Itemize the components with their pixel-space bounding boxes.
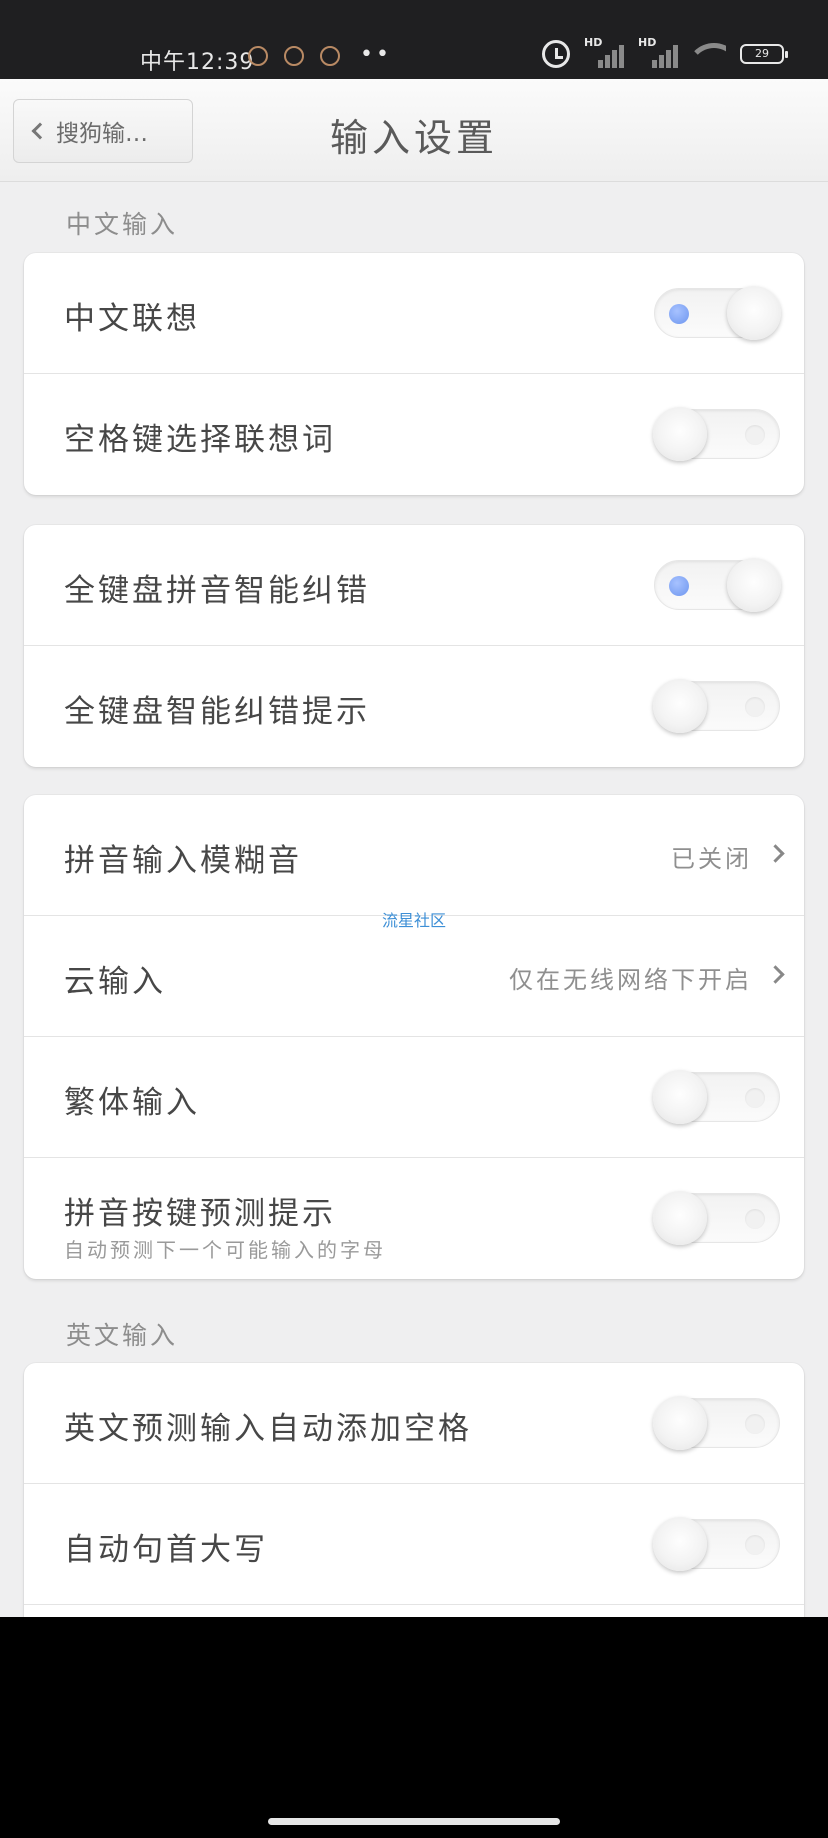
row-auto-capitalize[interactable]: 自动句首大写 [24, 1484, 804, 1605]
row-pinyin-key-prediction[interactable]: 拼音按键预测提示 自动预测下一个可能输入的字母 [24, 1158, 804, 1279]
toggle-space-select-association[interactable] [653, 407, 780, 461]
status-bar: 中午12:39 •• HD HD 29 [0, 0, 828, 79]
chevron-right-icon [766, 844, 785, 863]
row-value: 仅在无线网络下开启 [509, 966, 752, 994]
row-label: 繁体输入 [64, 1085, 200, 1121]
row-label: 中文联想 [64, 301, 200, 337]
toggle-pinyin-key-prediction[interactable] [653, 1191, 780, 1245]
row-value: 已关闭 [671, 845, 752, 873]
wifi-icon [692, 41, 726, 67]
toggle-chinese-association[interactable] [654, 286, 781, 340]
toggle-english-auto-space[interactable] [653, 1396, 780, 1450]
watermark: 流星社区 [381, 911, 446, 930]
more-notifications-icon: •• [360, 42, 392, 67]
row-traditional-input[interactable]: 繁体输入 [24, 1037, 804, 1158]
signal-icon: HD [584, 36, 624, 68]
toggle-correction-hint[interactable] [653, 679, 780, 733]
row-label: 英文预测输入自动添加空格 [64, 1411, 472, 1447]
row-label: 空格键选择联想词 [64, 422, 336, 458]
settings-card: 全键盘拼音智能纠错 全键盘智能纠错提示 [24, 525, 804, 767]
row-label: 拼音按键预测提示 [64, 1196, 336, 1232]
row-label: 自动句首大写 [64, 1532, 268, 1568]
toggle-auto-capitalize[interactable] [653, 1517, 780, 1571]
row-pinyin-correction[interactable]: 全键盘拼音智能纠错 [24, 525, 804, 646]
alarm-icon [542, 40, 570, 68]
home-indicator[interactable] [268, 1818, 560, 1825]
row-english-auto-space[interactable]: 英文预测输入自动添加空格 [24, 1363, 804, 1484]
signal-icon: HD [638, 36, 678, 68]
page-title: 输入设置 [329, 116, 498, 160]
toggle-traditional-input[interactable] [653, 1070, 780, 1124]
chevron-right-icon [766, 965, 785, 984]
battery-icon: 29 [740, 44, 788, 64]
settings-card: 拼音输入模糊音 已关闭 云输入 仅在无线网络下开启 繁体输入 拼音按键预测提示 … [24, 795, 804, 1279]
settings-card: 中文联想 空格键选择联想词 [24, 253, 804, 495]
row-label: 全键盘拼音智能纠错 [64, 573, 370, 609]
row-space-select-association[interactable]: 空格键选择联想词 [24, 374, 804, 495]
row-correction-hint[interactable]: 全键盘智能纠错提示 [24, 646, 804, 767]
section-title-chinese: 中文输入 [66, 210, 179, 239]
row-subtitle: 自动预测下一个可能输入的字母 [64, 1238, 386, 1262]
status-time: 中午12:39 [140, 50, 255, 75]
row-pinyin-fuzzy[interactable]: 拼音输入模糊音 已关闭 [24, 795, 804, 916]
row-label: 云输入 [64, 964, 166, 1000]
notification-icon [284, 46, 304, 66]
row-chinese-association[interactable]: 中文联想 [24, 253, 804, 374]
row-cloud-input[interactable]: 云输入 仅在无线网络下开启 [24, 916, 804, 1037]
row-label: 全键盘智能纠错提示 [64, 694, 370, 730]
section-title-english: 英文输入 [66, 1321, 179, 1350]
row-label: 拼音输入模糊音 [64, 843, 302, 879]
notification-icon [248, 46, 268, 66]
toggle-pinyin-correction[interactable] [654, 558, 781, 612]
nav-bar: 搜狗输… 输入设置 [0, 79, 828, 182]
notification-icon [320, 46, 340, 66]
settings-card: 英文预测输入自动添加空格 自动句首大写 [24, 1363, 804, 1617]
settings-page: 搜狗输… 输入设置 中文输入 中文联想 空格键选择联想词 全键盘拼音智能纠错 全… [0, 79, 828, 1617]
